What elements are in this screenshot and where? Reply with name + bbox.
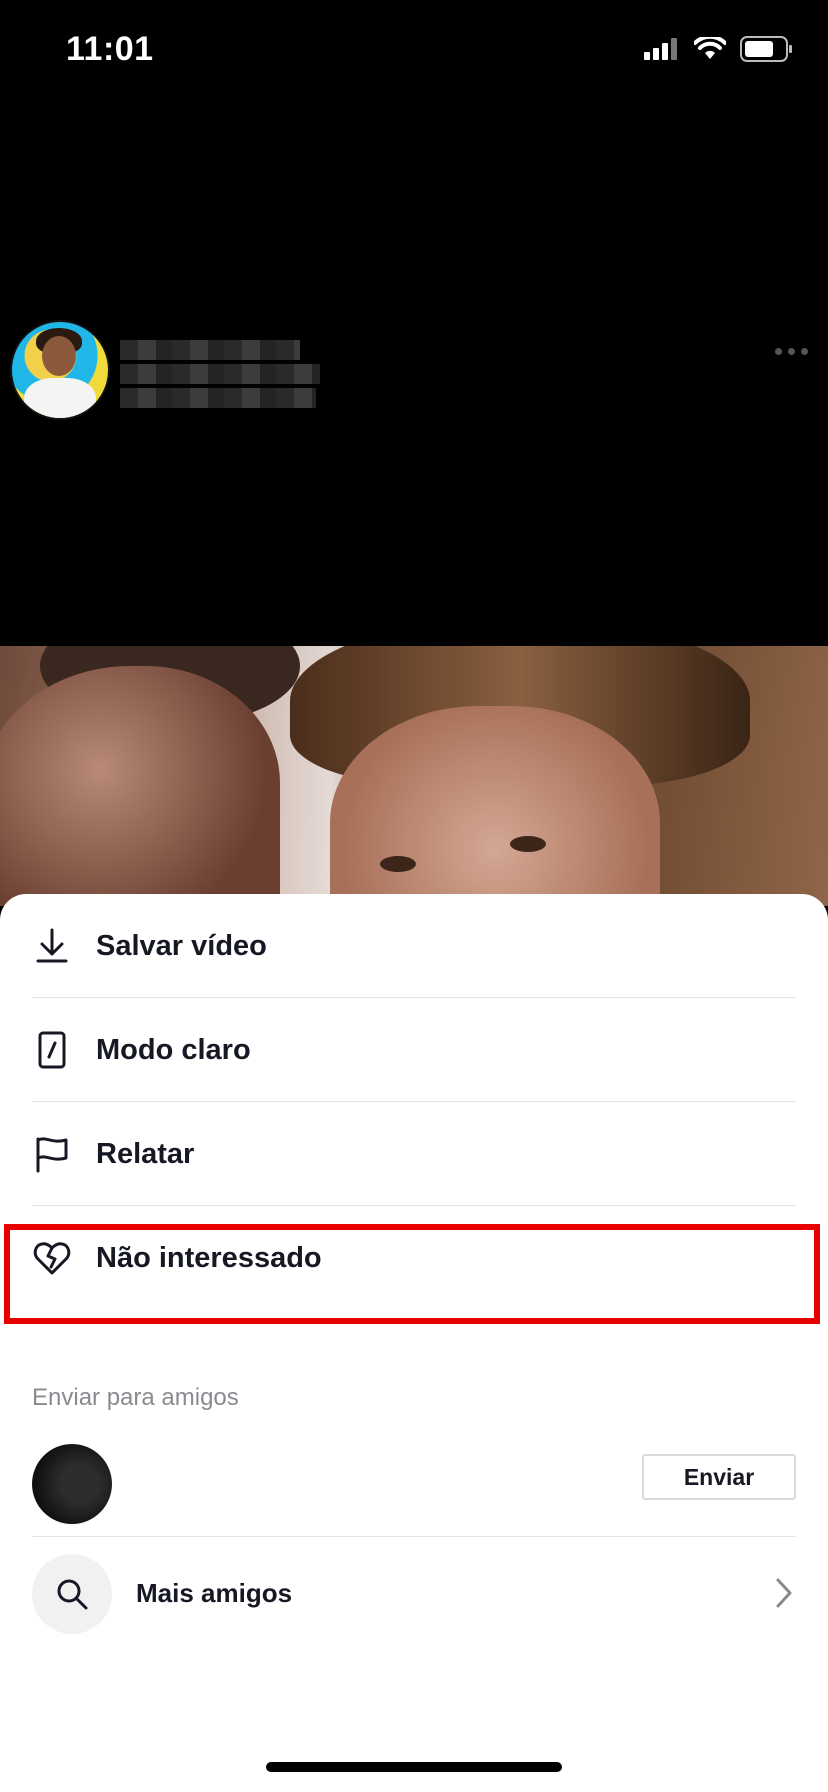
send-button[interactable]: Enviar [642,1454,796,1500]
status-icons [644,36,794,62]
light-mode-label: Modo claro [96,1033,251,1066]
wifi-icon [694,37,726,59]
flag-icon [36,1137,68,1173]
light-mode-item[interactable]: Modo claro [0,998,828,1102]
signal-icon [644,38,677,60]
divider [32,1536,796,1537]
blurred-username [120,340,320,412]
more-friends-label: Mais amigos [136,1578,293,1608]
download-icon [36,928,68,963]
creator-avatar[interactable] [10,320,110,420]
report-label: Relatar [96,1137,195,1170]
light-mode-icon [38,1031,66,1069]
options-sheet: Salvar vídeo Modo claro Relatar Não inte… [0,894,828,1792]
friend-row[interactable]: Enviar [0,1440,828,1530]
search-icon [57,1579,88,1610]
more-options-icon[interactable] [775,348,808,355]
search-button[interactable] [32,1554,112,1634]
save-video-item[interactable]: Salvar vídeo [0,894,828,998]
battery-icon [740,36,792,62]
status-bar: 11:01 [0,0,828,100]
friend-avatar[interactable] [32,1444,112,1524]
send-to-friends-title: Enviar para amigos [32,1384,239,1411]
highlight-box [4,1224,820,1324]
save-video-label: Salvar vídeo [96,929,267,962]
more-friends-row[interactable]: Mais amigos [0,1554,828,1638]
status-time: 11:01 [66,30,154,68]
home-indicator[interactable] [266,1762,562,1772]
video-preview[interactable] [0,646,828,906]
chevron-right-icon [776,1578,792,1608]
creator-row [8,318,828,420]
report-item[interactable]: Relatar [0,1102,828,1206]
